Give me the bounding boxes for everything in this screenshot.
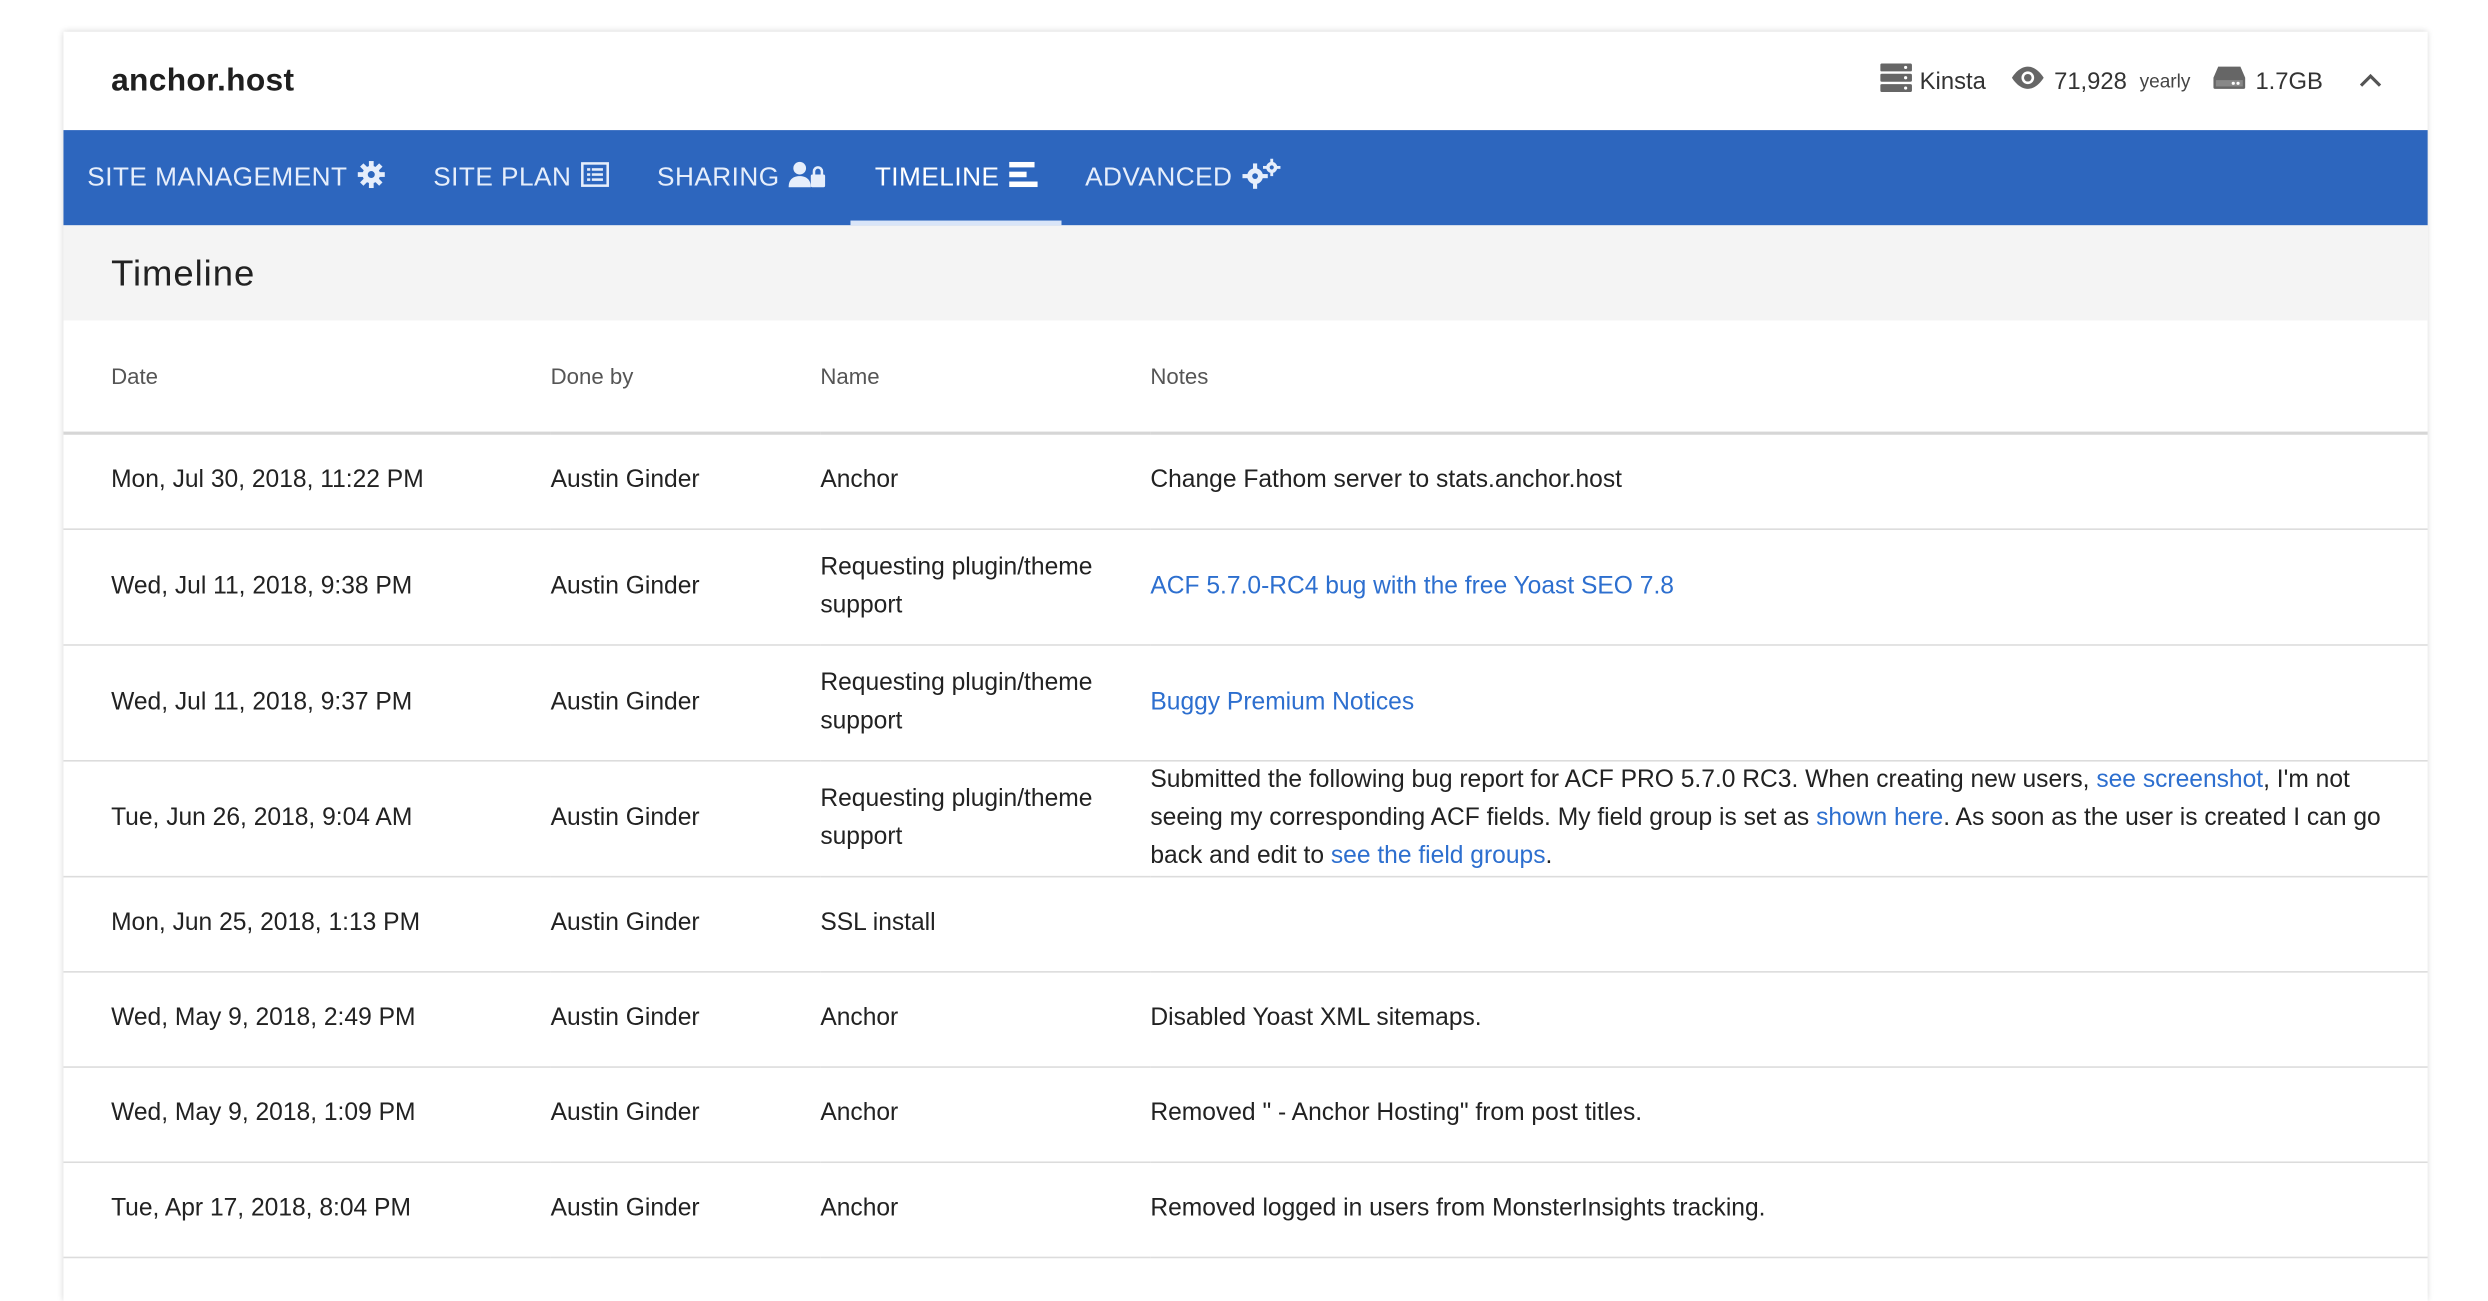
cell-date: Tue, Apr 17, 2018, 8:04 PM: [63, 1161, 551, 1258]
header-notes[interactable]: Notes: [1150, 320, 2428, 435]
table-row: Mon, Jun 25, 2018, 1:13 PM Austin Ginder S…: [63, 875, 2428, 972]
tab-label: SHARING: [657, 162, 780, 192]
note-text: Submitted the following bug report for A…: [1150, 765, 2097, 793]
cell-done-by: Austin Ginder: [550, 644, 821, 761]
note-link[interactable]: shown here: [1816, 804, 1943, 831]
tab-site-plan[interactable]: SITE PLAN: [409, 130, 633, 225]
hdd-icon: [2213, 65, 2248, 97]
server-icon: [1880, 63, 1912, 98]
note-link[interactable]: ACF 5.7.0-RC4 bug with the free Yoast SE…: [1150, 572, 1674, 599]
cell-done-by: Austin Ginder: [550, 971, 821, 1068]
tab-label: TIMELINE: [874, 162, 1000, 192]
visits-stat: 71,928 yearly: [2008, 65, 2190, 97]
table-row: Mon, Jul 30, 2018, 11:22 PM Austin Ginder…: [63, 433, 2428, 530]
cell-notes: Removed logged in users from MonsterInsi…: [1150, 1161, 2428, 1258]
cell-name: Requesting plugin/theme support: [820, 644, 1151, 761]
header-name[interactable]: Name: [820, 320, 1151, 435]
tab-advanced[interactable]: ADVANCED: [1061, 130, 1304, 225]
visits-value: 71,928: [2054, 67, 2127, 95]
host-stat: Kinsta: [1880, 63, 1986, 98]
cell-date: Mon, Jul 30, 2018, 11:22 PM: [63, 433, 551, 530]
cell-notes: Removed " - Anchor Hosting" from post ti…: [1150, 1066, 2428, 1163]
list-icon: [581, 161, 610, 194]
site-header: anchor.host Kinsta 71,928 yearly 1.7GB: [63, 32, 2427, 130]
note-link[interactable]: see screenshot: [2096, 766, 2263, 793]
cell-name: SSL install: [820, 875, 1151, 972]
cell-date: Wed, May 9, 2018, 2:49 PM: [63, 971, 551, 1068]
site-nav: SITE MANAGEMENT SITE PLAN SHARING TIMELI…: [63, 130, 2428, 226]
note-link[interactable]: Buggy Premium Notices: [1150, 688, 1414, 715]
cell-notes: Submitted the following bug report for A…: [1150, 760, 2428, 877]
cell-done-by: Austin Ginder: [550, 528, 821, 645]
tab-timeline[interactable]: TIMELINE: [851, 130, 1061, 226]
site-card: anchor.host Kinsta 71,928 yearly 1.7GB S…: [63, 31, 2428, 1301]
table-row: Tue, Jun 26, 2018, 9:04 AM Austin Ginder R…: [63, 760, 2428, 877]
note-text: Removed logged in users from MonsterInsi…: [1150, 1194, 1766, 1222]
table-row: Wed, May 9, 2018, 1:09 PM Austin Ginder An…: [63, 1066, 2428, 1163]
cell-notes: ACF 5.7.0-RC4 bug with the free Yoast SE…: [1150, 528, 2428, 645]
table-row: Wed, Jul 11, 2018, 9:38 PM Austin Ginder R…: [63, 528, 2428, 645]
section-title: Timeline: [63, 225, 2428, 321]
note-text: Change Fathom server to stats.anchor.hos…: [1150, 466, 1623, 494]
header-done-by[interactable]: Done by: [550, 320, 821, 435]
site-title: anchor.host: [111, 62, 295, 98]
cell-date: Tue, Jun 26, 2018, 9:04 AM: [63, 760, 551, 877]
note-link[interactable]: see the field groups: [1331, 842, 1546, 869]
gears-icon: [1241, 157, 1281, 198]
cell-name: Anchor: [820, 1161, 1151, 1258]
timeline-table: Date Done by Name Notes Mon, Jul 30, 201…: [63, 320, 2428, 1258]
cell-notes: Disabled Yoast XML sitemaps.: [1150, 971, 2428, 1068]
cell-date: Wed, Jul 11, 2018, 9:38 PM: [63, 528, 551, 645]
cell-done-by: Austin Ginder: [550, 1066, 821, 1163]
note-text: Removed " - Anchor Hosting" from post ti…: [1150, 1099, 1643, 1127]
note-text: Disabled Yoast XML sitemaps.: [1150, 1004, 1482, 1032]
cell-notes: [1150, 875, 2428, 972]
cell-date: Wed, May 9, 2018, 1:09 PM: [63, 1066, 551, 1163]
user-lock-icon: [789, 159, 827, 195]
tab-sharing[interactable]: SHARING: [633, 130, 851, 225]
cell-done-by: Austin Ginder: [550, 760, 821, 877]
cell-name: Anchor: [820, 433, 1151, 530]
timeline-icon: [1008, 161, 1038, 194]
cell-name: Requesting plugin/theme support: [820, 760, 1151, 877]
cell-notes: Buggy Premium Notices: [1150, 644, 2428, 761]
gear-icon: [357, 159, 386, 195]
cell-notes: Change Fathom server to stats.anchor.hos…: [1150, 433, 2428, 530]
tab-label: ADVANCED: [1085, 162, 1233, 192]
note-text: .: [1545, 841, 1553, 869]
table-row: Tue, Apr 17, 2018, 8:04 PM Austin Ginder A…: [63, 1161, 2428, 1258]
table-row: Wed, May 9, 2018, 2:49 PM Austin Ginder An…: [63, 971, 2428, 1068]
chevron-up-icon[interactable]: [2358, 67, 2383, 94]
storage-stat: 1.7GB: [2213, 65, 2323, 97]
cell-done-by: Austin Ginder: [550, 1161, 821, 1258]
table-header-row: Date Done by Name Notes: [63, 320, 2428, 435]
cell-date: Mon, Jun 25, 2018, 1:13 PM: [63, 875, 551, 972]
header-date[interactable]: Date: [63, 320, 551, 435]
host-label: Kinsta: [1919, 67, 1986, 95]
cell-done-by: Austin Ginder: [550, 875, 821, 972]
cell-name: Anchor: [820, 971, 1151, 1068]
tab-label: SITE PLAN: [433, 162, 572, 192]
cell-name: Anchor: [820, 1066, 1151, 1163]
cell-date: Wed, Jul 11, 2018, 9:37 PM: [63, 644, 551, 761]
site-stats: Kinsta 71,928 yearly 1.7GB: [1880, 63, 2383, 98]
cell-done-by: Austin Ginder: [550, 433, 821, 530]
table-row: Wed, Jul 11, 2018, 9:37 PM Austin Ginder R…: [63, 644, 2428, 761]
tab-label: SITE MANAGEMENT: [87, 162, 348, 192]
visits-period: yearly: [2139, 69, 2191, 93]
tab-site-management[interactable]: SITE MANAGEMENT: [63, 130, 409, 225]
eye-icon: [2008, 65, 2046, 97]
storage-value: 1.7GB: [2255, 67, 2323, 95]
cell-name: Requesting plugin/theme support: [820, 528, 1151, 645]
